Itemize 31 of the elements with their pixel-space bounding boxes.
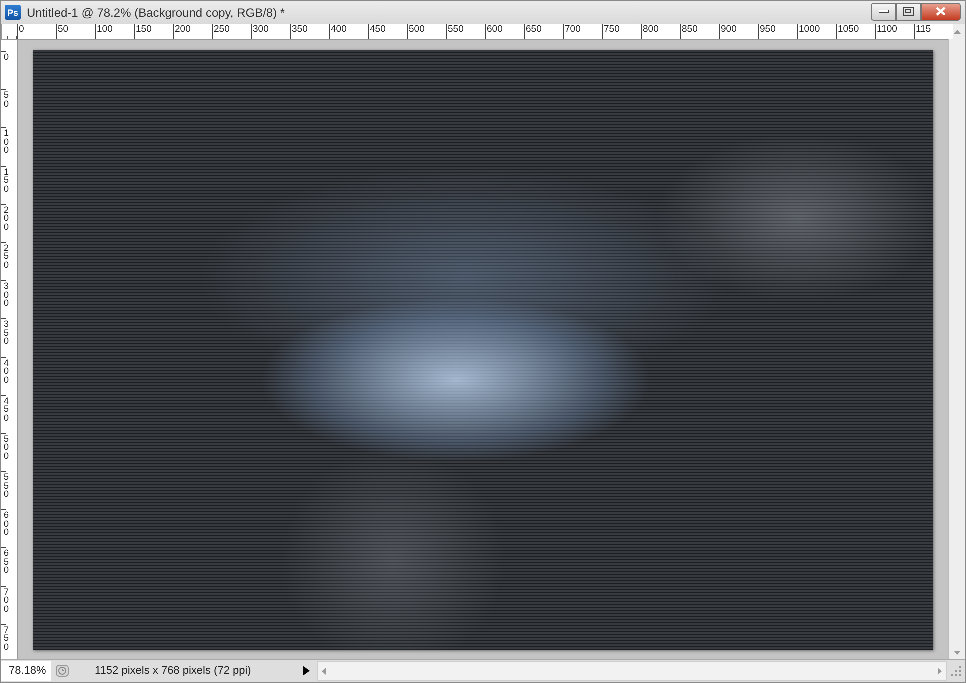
ruler-label: 200 [173,24,212,39]
close-button[interactable] [921,2,961,20]
scroll-left-icon[interactable] [322,668,326,674]
ruler-label: 0 [17,24,56,39]
window-title: Untitled-1 @ 78.2% (Background copy, RGB/8) * [27,6,286,20]
document-info: 1152 pixels x 768 pixels (72 ppi) [94,665,252,677]
ruler-label: 1000 [797,24,836,39]
ruler-label: 115 [914,24,953,39]
ruler-label: 900 [719,24,758,39]
minimize-button[interactable] [871,2,896,20]
ruler-label: 100 [95,24,134,39]
vertical-scrollbar[interactable] [948,24,965,659]
ruler-label: 350 [290,24,329,39]
resize-grip-icon[interactable] [949,664,963,678]
app-logo: Ps [5,5,21,20]
play-icon [302,666,310,676]
ruler-label: 450 [368,24,407,39]
minimize-icon [878,10,888,14]
close-icon [936,7,946,16]
restore-button[interactable] [896,2,921,20]
restore-icon [903,7,914,16]
zoom-field[interactable]: 78.18% [1,661,51,681]
horizontal-scrollbar[interactable] [317,661,947,681]
ruler-label: 650 [524,24,563,39]
scroll-right-icon[interactable] [938,668,942,674]
clock-icon [56,665,68,677]
ruler-label: 800 [641,24,680,39]
ruler-label: 550 [446,24,485,39]
scroll-down-icon[interactable] [954,651,960,655]
scroll-up-icon[interactable] [954,30,960,34]
ruler-label: 700 [563,24,602,39]
